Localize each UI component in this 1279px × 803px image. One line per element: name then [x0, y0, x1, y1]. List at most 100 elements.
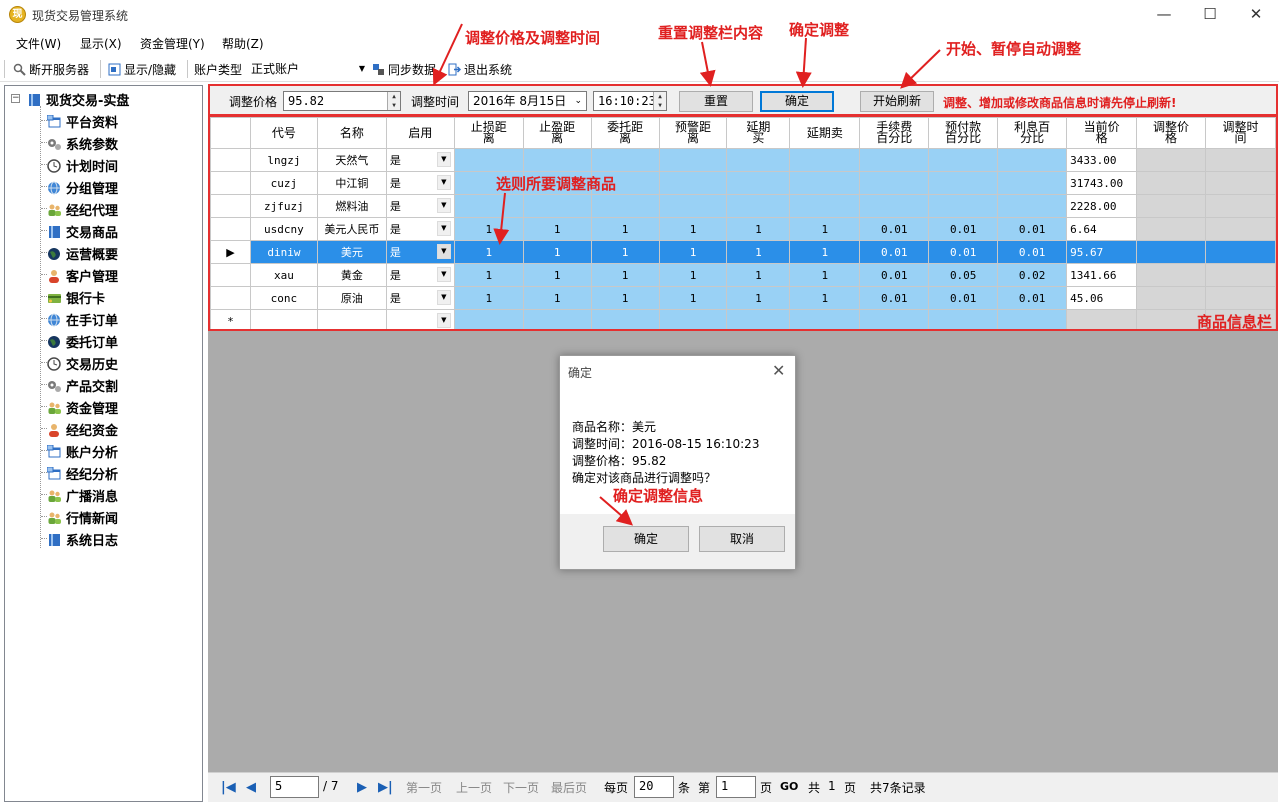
- enabled-combo[interactable]: ▼: [385, 309, 455, 329]
- sync-data-button[interactable]: 同步数据: [372, 61, 436, 78]
- show-hide-button[interactable]: 显示/隐藏: [108, 61, 176, 78]
- adjust-price-cell[interactable]: [1136, 240, 1206, 264]
- time-spinner-icon[interactable]: ▲ ▼: [653, 92, 666, 110]
- param-cell[interactable]: 1: [590, 263, 660, 287]
- current-price-cell[interactable]: 31743.00: [1066, 171, 1138, 195]
- goto-page-input[interactable]: 1: [716, 776, 756, 798]
- param-cell[interactable]: 1: [658, 263, 728, 287]
- param-cell[interactable]: [859, 309, 930, 329]
- param-cell[interactable]: 1: [726, 240, 791, 264]
- param-cell[interactable]: 1: [522, 263, 592, 287]
- dialog-ok-button[interactable]: 确定: [603, 526, 689, 552]
- collapse-toggle-icon[interactable]: −: [11, 94, 20, 103]
- maximize-button[interactable]: ☐: [1187, 0, 1233, 30]
- chevron-down-icon[interactable]: ▼: [436, 175, 451, 190]
- tree-item[interactable]: 计划时间: [47, 156, 118, 175]
- row-header[interactable]: [210, 148, 251, 172]
- param-cell[interactable]: [789, 171, 861, 195]
- row-header[interactable]: [210, 286, 251, 310]
- adjust-price-cell[interactable]: [1136, 217, 1206, 241]
- table-row[interactable]: conc 原油是 ▼ 1 1 1 1 1 1 0.01 0.01 0.01 45.06: [210, 286, 1276, 310]
- param-cell[interactable]: [658, 194, 728, 218]
- exit-system-button[interactable]: 退出系统: [448, 61, 512, 78]
- param-cell[interactable]: 0.01: [859, 263, 930, 287]
- chevron-down-icon[interactable]: ▼: [436, 290, 451, 305]
- column-header[interactable]: 启用: [385, 117, 455, 149]
- tree-item[interactable]: 经纪资金: [47, 420, 118, 439]
- param-cell[interactable]: 0.01: [928, 286, 999, 310]
- adjust-time-cell[interactable]: [1204, 194, 1276, 218]
- name-cell[interactable]: 黄金: [316, 263, 387, 287]
- first-page-link[interactable]: 第一页: [406, 779, 442, 796]
- column-header[interactable]: 调整时 间: [1204, 117, 1276, 149]
- param-cell[interactable]: [928, 148, 999, 172]
- first-page-icon[interactable]: |◀: [221, 780, 236, 795]
- reset-button[interactable]: 重置: [679, 91, 753, 112]
- per-page-input[interactable]: 20: [634, 776, 674, 798]
- row-header[interactable]: [210, 194, 251, 218]
- disconnect-button[interactable]: 断开服务器: [13, 61, 89, 78]
- name-cell[interactable]: 天然气: [316, 148, 387, 172]
- code-cell[interactable]: usdcny: [249, 217, 318, 241]
- param-cell[interactable]: 1: [590, 240, 660, 264]
- param-cell[interactable]: 0.02: [997, 263, 1068, 287]
- param-cell[interactable]: 0.01: [859, 286, 930, 310]
- param-cell[interactable]: [522, 148, 592, 172]
- enabled-combo[interactable]: 是 ▼: [385, 148, 455, 172]
- column-header[interactable]: 利息百 分比: [997, 117, 1068, 149]
- param-cell[interactable]: [726, 309, 791, 329]
- adjust-price-cell[interactable]: [1136, 171, 1206, 195]
- enabled-combo[interactable]: 是 ▼: [385, 263, 455, 287]
- tree-item[interactable]: 交易商品: [47, 222, 118, 241]
- current-price-cell[interactable]: 1341.66: [1066, 263, 1138, 287]
- column-header[interactable]: 延期卖: [789, 117, 861, 149]
- column-header[interactable]: 当前价 格: [1066, 117, 1138, 149]
- param-cell[interactable]: 1: [789, 240, 861, 264]
- param-cell[interactable]: [726, 148, 791, 172]
- param-cell[interactable]: 1: [726, 286, 791, 310]
- tree-item[interactable]: 客户管理: [47, 266, 118, 285]
- chevron-down-icon[interactable]: ▼: [436, 267, 451, 282]
- param-cell[interactable]: [453, 309, 524, 329]
- param-cell[interactable]: 0.01: [859, 240, 930, 264]
- param-cell[interactable]: 1: [658, 217, 728, 241]
- current-price-cell[interactable]: 45.06: [1066, 286, 1138, 310]
- param-cell[interactable]: 1: [789, 217, 861, 241]
- tree-item[interactable]: 在手订单: [47, 310, 118, 329]
- param-cell[interactable]: 1: [522, 286, 592, 310]
- adjust-price-cell[interactable]: [1136, 286, 1206, 310]
- column-header[interactable]: 代号: [249, 117, 318, 149]
- prev-page-link[interactable]: 上一页: [456, 779, 492, 796]
- name-cell[interactable]: 原油: [316, 286, 387, 310]
- price-spinner-icon[interactable]: ▲ ▼: [387, 92, 400, 110]
- column-header[interactable]: 止损距 离: [453, 117, 524, 149]
- name-cell[interactable]: 中江铜: [316, 171, 387, 195]
- code-cell[interactable]: lngzj: [249, 148, 318, 172]
- menu-help[interactable]: 帮助(Z): [222, 35, 264, 52]
- menu-funds[interactable]: 资金管理(Y): [140, 35, 205, 52]
- row-header[interactable]: *: [210, 309, 251, 329]
- page-number-input[interactable]: 5: [270, 776, 319, 798]
- column-header[interactable]: 调整价 格: [1136, 117, 1206, 149]
- param-cell[interactable]: [859, 148, 930, 172]
- current-price-cell[interactable]: 95.67: [1066, 240, 1138, 264]
- code-cell[interactable]: [249, 309, 318, 329]
- adjust-price-cell[interactable]: [1136, 148, 1206, 172]
- table-row[interactable]: * ▼: [210, 309, 1276, 329]
- name-cell[interactable]: 美元人民币: [316, 217, 387, 241]
- param-cell[interactable]: [590, 194, 660, 218]
- param-cell[interactable]: 1: [726, 217, 791, 241]
- param-cell[interactable]: 0.01: [859, 217, 930, 241]
- column-header[interactable]: 延期 买: [726, 117, 791, 149]
- param-cell[interactable]: 0.01: [928, 240, 999, 264]
- enabled-combo[interactable]: 是 ▼: [385, 217, 455, 241]
- tree-item[interactable]: 广播消息: [47, 486, 118, 505]
- table-row[interactable]: ▶ diniw 美元是 ▼ 1 1 1 1 1 1 0.01 0.01 0.01 95.67: [210, 240, 1276, 264]
- column-header[interactable]: 预付款 百分比: [928, 117, 999, 149]
- column-header[interactable]: 止盈距 离: [522, 117, 592, 149]
- param-cell[interactable]: 1: [658, 240, 728, 264]
- current-price-cell[interactable]: 2228.00: [1066, 194, 1138, 218]
- code-cell[interactable]: diniw: [249, 240, 318, 264]
- table-row[interactable]: zjfuzj 燃料油是 ▼ 2228.00: [210, 194, 1276, 218]
- param-cell[interactable]: [997, 148, 1068, 172]
